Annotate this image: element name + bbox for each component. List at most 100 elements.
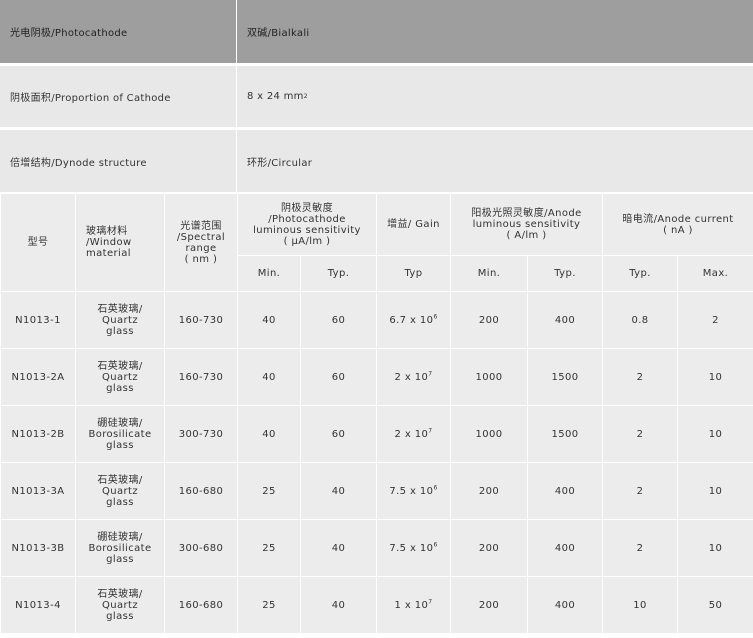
cell-dark-typ: 0.8 bbox=[602, 291, 678, 349]
table-row: N1013-4 石英玻璃/ Quartz glass 160-680 25 40… bbox=[0, 576, 753, 634]
cell-dark-typ: 10 bbox=[602, 576, 678, 634]
subheader-anode-min: Min. bbox=[450, 255, 528, 292]
cell-window: 石英玻璃/ Quartz glass bbox=[75, 348, 165, 406]
cell-cathode-typ: 60 bbox=[300, 405, 377, 463]
cell-dark-max: 50 bbox=[676, 576, 753, 634]
cell-model: N1013-4 bbox=[0, 576, 76, 634]
cell-cathode-typ: 40 bbox=[300, 576, 377, 634]
spec-table: 型号 玻璃材料 /Window material 光谱范围 /Spectral … bbox=[0, 193, 753, 634]
cell-model: N1013-3A bbox=[0, 462, 76, 520]
gain-base: 2 x 10 bbox=[394, 428, 429, 440]
gain-exponent: 6 bbox=[433, 313, 438, 321]
gain-base: 6.7 x 10 bbox=[389, 314, 434, 326]
cell-gain: 7.5 x 106 bbox=[376, 462, 451, 520]
cell-dark-typ: 2 bbox=[602, 405, 678, 463]
cell-gain: 7.5 x 106 bbox=[376, 519, 451, 577]
cell-spectral: 300-680 bbox=[164, 519, 238, 577]
subheader-dark-typ: Typ. bbox=[602, 255, 678, 292]
cell-anode-typ: 400 bbox=[527, 519, 603, 577]
cell-window: 硼硅玻璃/ Borosilicate glass bbox=[75, 405, 165, 463]
header-anode-sensitivity: 阳极光照灵敏度/Anode luminous sensitivity ( A/l… bbox=[450, 193, 603, 256]
cell-window: 石英玻璃/ Quartz glass bbox=[75, 576, 165, 634]
cell-dark-max: 10 bbox=[676, 519, 753, 577]
photocathode-label: 光电阴极/Photocathode bbox=[0, 0, 237, 63]
table-row: N1013-2A 石英玻璃/ Quartz glass 160-730 40 6… bbox=[0, 348, 753, 406]
cell-model: N1013-1 bbox=[0, 291, 76, 349]
photocathode-value: 双碱/Bialkali bbox=[237, 0, 753, 63]
header-dark-current: 暗电流/Anode current ( nA ) bbox=[601, 193, 753, 256]
cell-anode-typ: 400 bbox=[527, 576, 603, 634]
cell-model: N1013-3B bbox=[0, 519, 76, 577]
dynode-value: 环形/Circular bbox=[237, 130, 753, 192]
cell-cathode-min: 40 bbox=[237, 291, 301, 349]
cell-cathode-min: 25 bbox=[237, 576, 301, 634]
cell-gain: 1 x 107 bbox=[376, 576, 451, 634]
spec-sheet: 光电阴极/Photocathode 双碱/Bialkali 阴极面积/Propo… bbox=[0, 0, 753, 638]
cell-spectral: 160-680 bbox=[164, 576, 238, 634]
header-spectral: 光谱范围 /Spectral range ( nm ) bbox=[164, 193, 238, 292]
cathode-area-value: 8 x 24 mm 2 bbox=[237, 66, 753, 127]
cell-cathode-typ: 40 bbox=[300, 462, 377, 520]
subheader-gain-typ: Typ bbox=[376, 255, 451, 292]
cell-anode-min: 200 bbox=[450, 576, 528, 634]
cell-dark-typ: 2 bbox=[602, 519, 678, 577]
cell-dark-max: 10 bbox=[676, 462, 753, 520]
header-row: 型号 玻璃材料 /Window material 光谱范围 /Spectral … bbox=[0, 193, 753, 292]
table-row: N1013-3A 石英玻璃/ Quartz glass 160-680 25 4… bbox=[0, 462, 753, 520]
gain-base: 2 x 10 bbox=[394, 371, 429, 383]
subheader-cathode-typ: Typ. bbox=[300, 255, 377, 292]
cell-cathode-typ: 60 bbox=[300, 291, 377, 349]
header-model: 型号 bbox=[0, 193, 76, 292]
cell-cathode-min: 40 bbox=[237, 405, 301, 463]
cell-anode-typ: 1500 bbox=[527, 405, 603, 463]
cell-dark-max: 10 bbox=[676, 405, 753, 463]
cell-gain: 6.7 x 106 bbox=[376, 291, 451, 349]
cell-dark-max: 2 bbox=[676, 291, 753, 349]
gain-exponent: 7 bbox=[428, 427, 433, 435]
cell-window: 石英玻璃/ Quartz glass bbox=[75, 291, 165, 349]
gain-base: 7.5 x 10 bbox=[389, 485, 434, 497]
cell-anode-min: 1000 bbox=[450, 348, 528, 406]
info-row-cathode-area: 阴极面积/Proportion of Cathode 8 x 24 mm 2 bbox=[0, 66, 753, 127]
cell-anode-typ: 400 bbox=[527, 291, 603, 349]
cell-dark-typ: 2 bbox=[602, 348, 678, 406]
cell-cathode-typ: 60 bbox=[300, 348, 377, 406]
cell-cathode-min: 25 bbox=[237, 462, 301, 520]
cell-model: N1013-2A bbox=[0, 348, 76, 406]
cell-window: 石英玻璃/ Quartz glass bbox=[75, 462, 165, 520]
subheader-dark-max: Max. bbox=[676, 255, 753, 292]
cell-anode-min: 200 bbox=[450, 291, 528, 349]
subheader-cathode-min: Min. bbox=[237, 255, 301, 292]
header-window: 玻璃材料 /Window material bbox=[75, 193, 165, 292]
info-row-photocathode: 光电阴极/Photocathode 双碱/Bialkali bbox=[0, 0, 753, 63]
cell-gain: 2 x 107 bbox=[376, 405, 451, 463]
table-row: N1013-1 石英玻璃/ Quartz glass 160-730 40 60… bbox=[0, 291, 753, 349]
cathode-area-number: 8 x 24 mm bbox=[247, 91, 304, 102]
cell-model: N1013-2B bbox=[0, 405, 76, 463]
dynode-label: 倍增结构/Dynode structure bbox=[0, 130, 237, 192]
header-gain: 增益/ Gain bbox=[376, 193, 451, 256]
gain-base: 1 x 10 bbox=[394, 599, 429, 611]
cell-gain: 2 x 107 bbox=[376, 348, 451, 406]
cell-dark-typ: 2 bbox=[602, 462, 678, 520]
cell-anode-min: 200 bbox=[450, 462, 528, 520]
table-row: N1013-3B 硼硅玻璃/ Borosilicate glass 300-68… bbox=[0, 519, 753, 577]
subheader-anode-typ: Typ. bbox=[527, 255, 603, 292]
header-cathode-sensitivity: 阴极灵敏度 /Photocathode luminous sensitivity… bbox=[237, 193, 377, 256]
cell-cathode-min: 40 bbox=[237, 348, 301, 406]
cell-cathode-min: 25 bbox=[237, 519, 301, 577]
cell-dark-max: 10 bbox=[676, 348, 753, 406]
gain-exponent: 6 bbox=[433, 541, 438, 549]
cell-anode-min: 1000 bbox=[450, 405, 528, 463]
gain-exponent: 7 bbox=[428, 598, 433, 606]
gain-base: 7.5 x 10 bbox=[389, 542, 434, 554]
cell-spectral: 160-730 bbox=[164, 348, 238, 406]
cell-spectral: 160-680 bbox=[164, 462, 238, 520]
table-row: N1013-2B 硼硅玻璃/ Borosilicate glass 300-73… bbox=[0, 405, 753, 463]
cathode-area-label: 阴极面积/Proportion of Cathode bbox=[0, 66, 237, 127]
cell-cathode-typ: 40 bbox=[300, 519, 377, 577]
gain-exponent: 7 bbox=[428, 370, 433, 378]
info-row-dynode: 倍增结构/Dynode structure 环形/Circular bbox=[0, 130, 753, 192]
cell-spectral: 160-730 bbox=[164, 291, 238, 349]
cell-anode-typ: 400 bbox=[527, 462, 603, 520]
